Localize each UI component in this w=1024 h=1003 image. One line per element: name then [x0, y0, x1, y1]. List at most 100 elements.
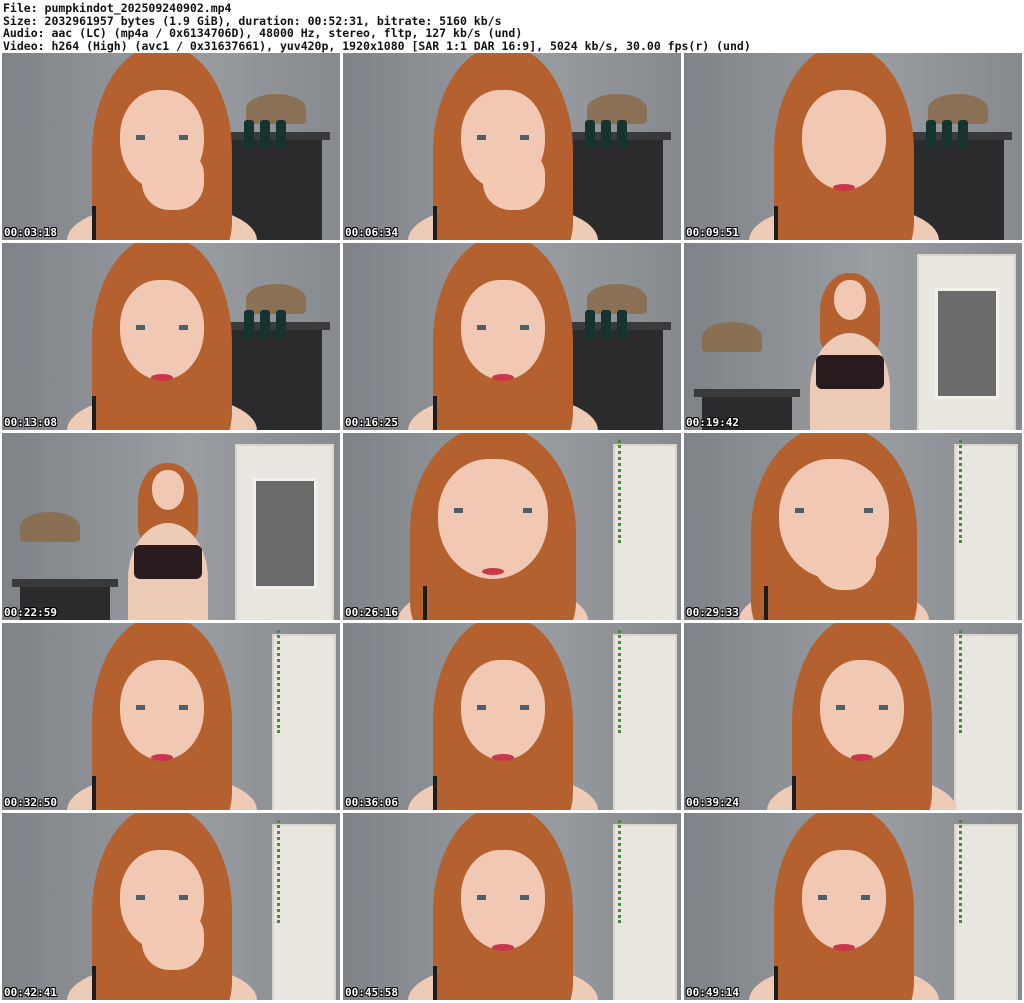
timestamp-label: 00:06:34: [345, 226, 398, 239]
lips: [492, 753, 514, 761]
hanging-plant: [618, 820, 661, 924]
face: [120, 660, 204, 761]
lips: [851, 753, 873, 761]
dried-plant: [702, 321, 762, 352]
top-strap: [92, 396, 96, 430]
timestamp-label: 00:32:50: [4, 796, 57, 809]
bottle: [926, 120, 936, 149]
door: [235, 444, 334, 620]
dried-plant: [587, 94, 647, 125]
timestamp-label: 00:42:41: [4, 986, 57, 999]
video-frame-thumbnail: 00:19:42: [684, 243, 1022, 430]
eyes: [477, 895, 529, 901]
eyes: [136, 895, 188, 901]
eyes: [477, 325, 529, 331]
timestamp-label: 00:03:18: [4, 226, 57, 239]
crop-top: [816, 355, 884, 389]
hanging-plant: [277, 630, 320, 734]
hanging-plant: [959, 440, 1002, 544]
video-frame-thumbnail: 00:29:33: [684, 433, 1022, 620]
hanging-plant: [277, 820, 320, 924]
top-strap: [764, 586, 768, 620]
timestamp-label: 00:22:59: [4, 606, 57, 619]
lips: [833, 183, 855, 191]
bottle: [585, 310, 595, 339]
timestamp-label: 00:16:25: [345, 416, 398, 429]
bottle: [601, 120, 611, 149]
top-strap: [433, 966, 437, 1000]
hanging-plant: [959, 630, 1002, 734]
bottle: [260, 120, 270, 149]
media-info-header: File: pumpkindot_202509240902.mp4 Size: …: [3, 2, 1021, 52]
bottle: [617, 120, 627, 149]
bottle: [276, 120, 286, 149]
video-frame-thumbnail: 00:03:18: [2, 53, 340, 240]
video-frame-thumbnail: 00:39:24: [684, 623, 1022, 810]
lips: [151, 753, 173, 761]
timestamp-label: 00:45:58: [345, 986, 398, 999]
top-strap: [792, 776, 796, 810]
crop-top: [134, 545, 202, 579]
dried-plant: [587, 284, 647, 315]
timestamp-label: 00:29:33: [686, 606, 739, 619]
dried-plant: [246, 94, 306, 125]
eyes: [477, 705, 529, 711]
face: [120, 280, 204, 381]
timestamp-label: 00:39:24: [686, 796, 739, 809]
dried-plant: [246, 284, 306, 315]
face: [461, 280, 545, 381]
eyes: [136, 325, 188, 331]
file-line: File: pumpkindot_202509240902.mp4: [3, 1, 232, 15]
video-frame-thumbnail: 00:32:50: [2, 623, 340, 810]
hand: [142, 150, 204, 211]
bottle: [942, 120, 952, 149]
timestamp-label: 00:26:16: [345, 606, 398, 619]
bottle: [244, 120, 254, 149]
bottle: [276, 310, 286, 339]
top-strap: [92, 206, 96, 240]
timestamp-label: 00:49:14: [686, 986, 739, 999]
bottle: [244, 310, 254, 339]
eyes: [818, 895, 870, 901]
lips: [833, 943, 855, 951]
video-frame-thumbnail: 00:16:25: [343, 243, 681, 430]
hanging-plant: [618, 630, 661, 734]
timestamp-label: 00:13:08: [4, 416, 57, 429]
top-strap: [92, 776, 96, 810]
door-glass-pane: [253, 477, 317, 590]
thumbnail-grid: 00:03:18 00:06:34 00:09:51 00:13:08 00:16:25…: [2, 53, 1022, 1001]
eyes: [136, 705, 188, 711]
face: [461, 850, 545, 951]
hand: [814, 530, 876, 591]
video-frame-thumbnail: 00:42:41: [2, 813, 340, 1000]
eyes: [795, 507, 873, 513]
face: [802, 90, 886, 191]
video-frame-thumbnail: 00:13:08: [2, 243, 340, 430]
door-glass-pane: [935, 287, 999, 400]
eyes: [454, 507, 532, 513]
timestamp-label: 00:09:51: [686, 226, 739, 239]
video-frame-thumbnail: 00:36:06: [343, 623, 681, 810]
top-strap: [92, 966, 96, 1000]
face: [461, 660, 545, 761]
lips: [482, 567, 504, 575]
lips: [492, 373, 514, 381]
video-frame-thumbnail: 00:09:51: [684, 53, 1022, 240]
eyes: [836, 705, 888, 711]
hanging-plant: [618, 440, 661, 544]
eyes: [136, 135, 188, 141]
bottle: [958, 120, 968, 149]
video-frame-thumbnail: 00:45:58: [343, 813, 681, 1000]
bottle: [617, 310, 627, 339]
hanging-plant: [959, 820, 1002, 924]
video-frame-thumbnail: 00:06:34: [343, 53, 681, 240]
bottle: [601, 310, 611, 339]
top-strap: [774, 206, 778, 240]
top-strap: [433, 396, 437, 430]
lips: [492, 943, 514, 951]
dried-plant: [928, 94, 988, 125]
video-line: Video: h264 (High) (avc1 / 0x31637661), …: [3, 38, 751, 53]
audio-line: Audio: aac (LC) (mp4a / 0x6134706D), 480…: [3, 26, 523, 41]
hand: [142, 910, 204, 971]
lips: [151, 373, 173, 381]
